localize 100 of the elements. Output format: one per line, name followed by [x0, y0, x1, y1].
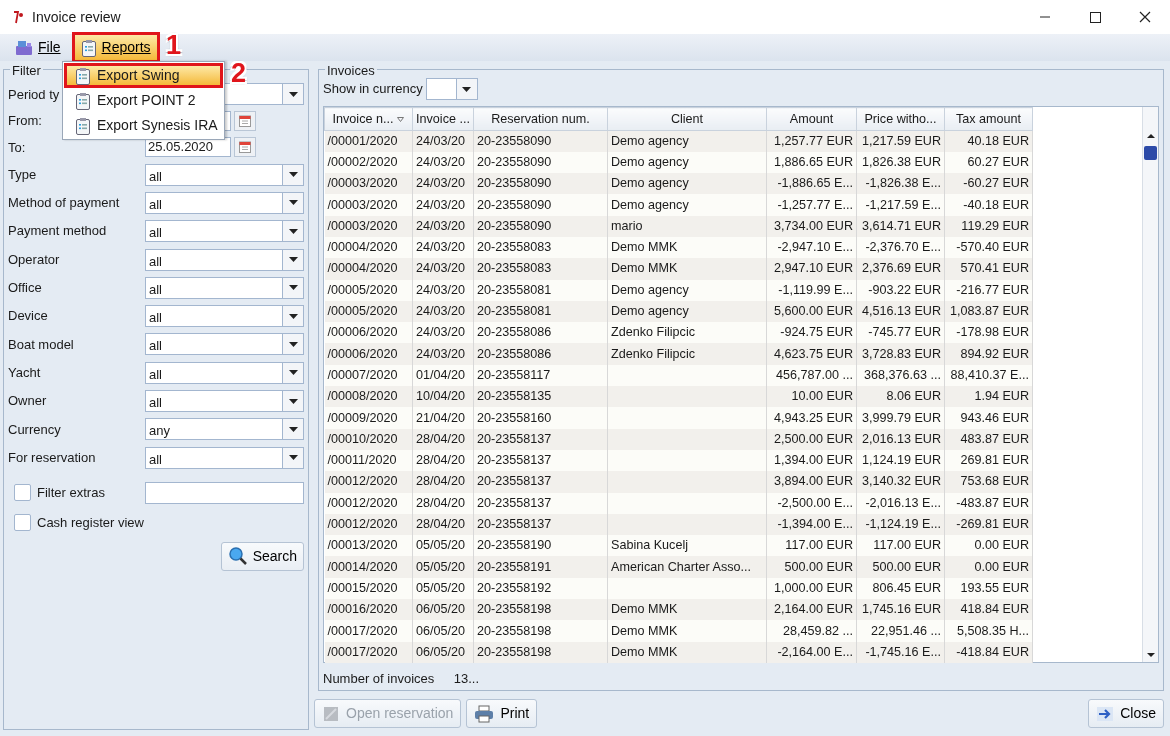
table-cell: /00005/2020: [324, 279, 413, 301]
field-label: For reservation: [8, 448, 96, 467]
table-cell: 1,745.16 EUR: [856, 599, 945, 621]
table-cell: /00003/2020: [324, 215, 413, 237]
table-cell: /00004/2020: [324, 237, 413, 259]
step-number: 1: [166, 32, 182, 59]
field-label: Device: [8, 307, 48, 326]
field-label: Operator: [8, 250, 60, 269]
table-cell: -1,826.38 E...: [856, 173, 945, 195]
table-cell: /00017/2020: [324, 620, 413, 642]
table-cell: -745.77 EUR: [856, 322, 945, 344]
table-cell: Demo agency: [607, 173, 767, 195]
table-cell: 117.00 EUR: [856, 535, 945, 557]
table-cell: /00012/2020: [324, 492, 413, 514]
table-cell: 2,947.10 EUR: [766, 258, 857, 280]
step-number: 2: [231, 60, 247, 87]
table-cell: 05/05/20: [412, 535, 474, 557]
table-cell: /00003/2020: [324, 194, 413, 216]
table-cell: American Charter Asso...: [607, 556, 767, 578]
table-cell: 2,376.69 EUR: [856, 258, 945, 280]
table-cell: 2,164.00 EUR: [766, 599, 857, 621]
table-cell: 753.68 EUR: [944, 471, 1033, 493]
table-cell: Sabina Kucelj: [607, 535, 767, 557]
table-cell: /00014/2020: [324, 556, 413, 578]
table-cell: Zdenko Filipcic: [607, 322, 767, 344]
field-label: Owner: [8, 392, 47, 411]
table-cell: /00001/2020: [324, 130, 413, 152]
table-cell: 3,999.79 EUR: [856, 407, 945, 429]
table-cell: -178.98 EUR: [944, 322, 1033, 344]
table-cell: -40.18 EUR: [944, 194, 1033, 216]
table-cell: -1,217.59 E...: [856, 194, 945, 216]
table-cell: /00006/2020: [324, 322, 413, 344]
table-cell: 24/03/20: [412, 173, 474, 195]
field-label: Period ty: [8, 85, 60, 104]
field-label: Office: [8, 279, 42, 298]
table-cell: 8.06 EUR: [856, 386, 945, 408]
table-cell: 3,894.00 EUR: [766, 471, 857, 493]
table-cell: 10/04/20: [412, 386, 474, 408]
table-cell: Demo MMK: [607, 599, 767, 621]
table-cell: /00005/2020: [324, 300, 413, 323]
table-cell: 894.92 EUR: [944, 343, 1033, 365]
table-cell: 20-23558137: [473, 471, 608, 493]
field-label: Method of payment: [8, 194, 120, 213]
table-cell: 20-23558083: [473, 258, 608, 280]
table-cell: -1,886.65 E...: [766, 173, 857, 195]
table-cell: Demo MMK: [607, 620, 767, 642]
table-cell: 20-23558090: [473, 173, 608, 195]
table-cell: 10.00 EUR: [766, 386, 857, 408]
table-cell: Demo MMK: [607, 258, 767, 280]
table-cell: 20-23558135: [473, 386, 608, 408]
field-label: Yacht: [8, 363, 41, 382]
table-cell: Demo agency: [607, 194, 767, 216]
field-label: Show in currency: [323, 80, 423, 99]
table-cell: 20-23558190: [473, 535, 608, 557]
table-cell: 28/04/20: [412, 471, 474, 493]
table-cell: /00016/2020: [324, 599, 413, 621]
table-cell: 22,951.46 ...: [856, 620, 945, 642]
table-cell: 24/03/20: [412, 194, 474, 216]
field-label: From:: [8, 112, 42, 130]
table-cell: /00013/2020: [324, 535, 413, 557]
table-cell: /00007/2020: [324, 364, 413, 387]
count-value: 13...: [453, 670, 480, 688]
table-cell: 24/03/20: [412, 258, 474, 280]
table-cell: 24/03/20: [412, 322, 474, 344]
field-label: Payment method: [8, 222, 107, 241]
table-cell: 28,459.82 ...: [766, 620, 857, 642]
table-cell: 3,728.83 EUR: [856, 343, 945, 365]
checkbox-label: Filter extras: [37, 484, 105, 502]
table-cell: 418.84 EUR: [944, 599, 1033, 621]
table-cell: 06/05/20: [412, 599, 474, 621]
table-cell: /00002/2020: [324, 151, 413, 174]
window-title: Invoice review: [32, 7, 121, 27]
table-cell: /00012/2020: [324, 471, 413, 493]
table-cell: 20-23558090: [473, 194, 608, 216]
table-cell: 0.00 EUR: [944, 535, 1033, 557]
table-cell: 4,623.75 EUR: [766, 343, 857, 365]
table-cell: Zdenko Filipcic: [607, 343, 767, 365]
table-cell: 05/05/20: [412, 556, 474, 578]
table-cell: 24/03/20: [412, 343, 474, 365]
table-cell: /00004/2020: [324, 258, 413, 280]
table-cell: 21/04/20: [412, 407, 474, 429]
table-cell: 1.94 EUR: [944, 386, 1033, 408]
table-cell: /00008/2020: [324, 386, 413, 408]
table-cell: 20-23558086: [473, 322, 608, 344]
table-cell: /00006/2020: [324, 343, 413, 365]
table-cell: 20-23558086: [473, 343, 608, 365]
table-cell: 20-23558198: [473, 599, 608, 621]
table-cell: 4,943.25 EUR: [766, 407, 857, 429]
field-label: Type: [8, 165, 37, 184]
table-cell: /00003/2020: [324, 173, 413, 195]
table-cell: /00017/2020: [324, 641, 413, 663]
table-cell: -60.27 EUR: [944, 173, 1033, 195]
table-cell: 117.00 EUR: [766, 535, 857, 557]
table-cell: 20-23558191: [473, 556, 608, 578]
checkbox-label: Cash register view: [37, 514, 144, 532]
table-cell: 20-23558160: [473, 407, 608, 429]
table-cell: 570.41 EUR: [944, 258, 1033, 280]
table-cell: /00012/2020: [324, 513, 413, 536]
table-cell: /00015/2020: [324, 577, 413, 600]
table-cell: /00011/2020: [324, 449, 413, 472]
